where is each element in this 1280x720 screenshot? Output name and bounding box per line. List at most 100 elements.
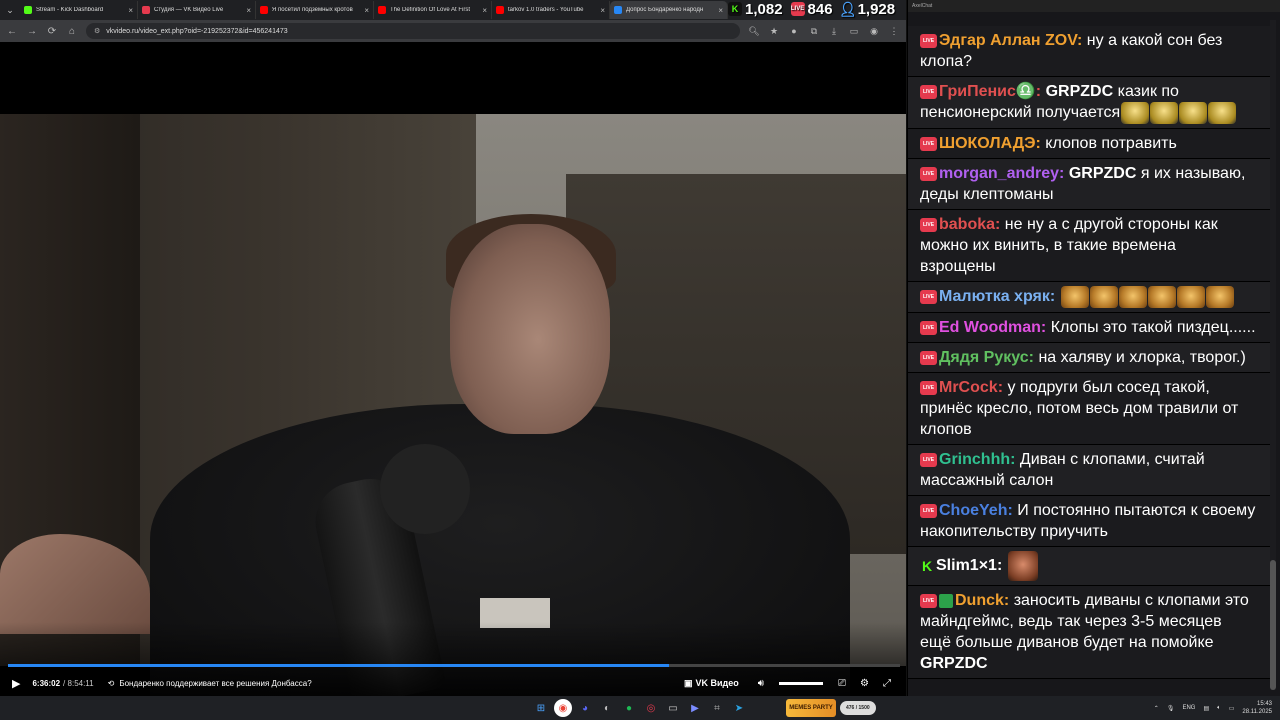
browser-tab[interactable]: Допрос Бондаренко народн × <box>610 1 728 19</box>
kick-logo-icon: K <box>728 2 742 16</box>
vk-live-platform-icon: LIVE <box>920 217 937 232</box>
chat-mention: GRPZDC <box>1068 165 1137 182</box>
chat-username[interactable]: Dunck <box>955 592 1004 609</box>
zoom-icon[interactable]: 🔍︎ <box>748 26 760 37</box>
chat-username[interactable]: MrCock <box>939 379 998 396</box>
fullscreen-icon[interactable]: ⤢ <box>883 678 891 689</box>
chat-message-text: на халяву и хлорка, творог.) <box>1038 349 1246 366</box>
video-player[interactable] <box>0 42 906 696</box>
chat-username[interactable]: ГриПенис♎ <box>939 83 1036 100</box>
chat-username[interactable]: Эдгар Аллан ZOV <box>939 32 1077 49</box>
telegram-icon[interactable]: ➤ <box>730 699 748 717</box>
tab-title: Студия — VK Видео Live <box>154 7 224 13</box>
site-info-icon[interactable]: ⚙ <box>94 27 100 35</box>
browser-tab[interactable]: Я посетил подземных кротов × <box>256 1 374 19</box>
home-icon[interactable]: ⌂ <box>66 26 78 37</box>
chat-mention: GRPZDC <box>920 655 988 672</box>
chat-username[interactable]: ШОКОЛАДЭ <box>939 135 1036 152</box>
subtitles-icon[interactable]: ⎚ <box>838 678 846 689</box>
chat-username[interactable]: morgan_andrey <box>939 165 1059 182</box>
chat-username[interactable]: baboka <box>939 216 995 233</box>
play-icon[interactable]: ▶ <box>12 677 20 690</box>
battery-icon[interactable]: ▭ <box>1229 705 1235 712</box>
video-title[interactable]: ⟲ Бондаренко поддерживает все решения До… <box>108 679 312 688</box>
chat-window-title: AxelChat <box>908 0 1280 12</box>
tab-close-icon[interactable]: × <box>364 6 369 15</box>
memes-party-widget[interactable]: MEMES PARTY 476 / 1500 <box>786 699 876 717</box>
chat-panel: AxelChat LIVE Эдгар Аллан ZOV: ну а какой… <box>907 0 1280 696</box>
network-icon[interactable]: ▤ <box>1203 705 1209 712</box>
vk-live-platform-icon: LIVE <box>920 320 937 335</box>
chat-message: K Slim1×1: <box>908 547 1270 586</box>
discord-icon[interactable]: ◕ <box>576 699 594 717</box>
chat-username[interactable]: ChoeYeh <box>939 502 1007 519</box>
vk-live-platform-icon: LIVE <box>920 166 937 181</box>
tab-favicon-icon <box>142 6 150 14</box>
tab-close-icon[interactable]: × <box>600 6 605 15</box>
tab-close-icon[interactable]: × <box>246 6 251 15</box>
extensions-puzzle-icon[interactable]: ⧉ <box>808 26 820 37</box>
chat-username[interactable]: Ed Woodman <box>939 319 1041 336</box>
browser-tab[interactable]: tarkov 1.0 traders - YouTube × <box>492 1 610 19</box>
tab-close-icon[interactable]: × <box>482 6 487 15</box>
tab-favicon-icon <box>496 6 504 14</box>
spotify-icon[interactable]: ● <box>620 699 638 717</box>
vk-logo-icon: ▣ <box>683 677 693 688</box>
obs-icon[interactable]: ◎ <box>642 699 660 717</box>
tab-close-icon[interactable]: × <box>718 6 723 15</box>
menu-icon[interactable]: ⋮ <box>888 26 900 37</box>
split-view-icon[interactable]: ▭ <box>848 26 860 37</box>
browser-tab[interactable]: Студия — VK Видео Live × <box>138 1 256 19</box>
chat-username[interactable]: Дядя Рукус <box>939 349 1029 366</box>
tab-close-icon[interactable]: × <box>128 6 133 15</box>
download-icon[interactable]: ⤓ <box>828 26 840 37</box>
back-icon[interactable]: ← <box>6 26 18 37</box>
browser-tab[interactable]: Stream - Kick Dashboard × <box>20 1 138 19</box>
reload-icon[interactable]: ⟳ <box>46 26 58 37</box>
chat-emote-icon <box>1089 286 1118 308</box>
vk-viewers: LIVE 846 <box>790 0 833 18</box>
settings-gear-icon[interactable]: ⚙ <box>860 678 869 689</box>
tray-chevron-icon[interactable]: ⌃ <box>1154 705 1159 712</box>
chat-username[interactable]: Grinchhh <box>939 451 1010 468</box>
progress-fill <box>8 664 669 667</box>
vk-live-platform-icon: LIVE <box>920 380 937 395</box>
lang-indicator[interactable]: ENG <box>1182 705 1195 711</box>
bookmark-star-icon[interactable]: ★ <box>768 26 780 37</box>
mic-icon[interactable]: 🎙︎ <box>1167 705 1175 712</box>
chat-message: LIVE ChoeYeh: И постоянно пытаются к свое… <box>908 496 1270 547</box>
vk-live-platform-icon: LIVE <box>920 33 937 48</box>
steam-icon[interactable]: ◐ <box>598 699 616 717</box>
vk-video-brand[interactable]: ▣ VK Видео <box>684 678 739 689</box>
progress-bar[interactable] <box>8 664 900 667</box>
video-frame <box>0 114 906 696</box>
extension-icon[interactable]: ● <box>788 26 800 36</box>
chat-scrollbar[interactable] <box>1270 20 1276 690</box>
volume-slider[interactable] <box>779 681 824 685</box>
chat-username[interactable]: Slim1×1 <box>936 557 997 574</box>
speaker-icon[interactable]: 🔈︎ <box>1217 705 1221 712</box>
chat-message: LIVE MrCock: у подруги был сосед такой, п… <box>908 373 1270 445</box>
app-icon[interactable]: ▭ <box>664 699 682 717</box>
chat-message: LIVE Эдгар Аллан ZOV: ну а какой сон без … <box>908 26 1270 77</box>
chat-message-list[interactable]: LIVE Эдгар Аллан ZOV: ну а какой сон без … <box>908 26 1270 679</box>
chrome-icon[interactable]: ◉ <box>554 699 572 717</box>
volume-icon[interactable]: 🔊︎ <box>758 678 764 689</box>
vk-live-platform-icon: LIVE <box>920 593 937 608</box>
clock[interactable]: 15:43 28.11.2025 <box>1242 700 1272 716</box>
forward-icon[interactable]: → <box>26 26 38 37</box>
tab-favicon-icon <box>378 6 386 14</box>
chat-username[interactable]: Малютка хряк <box>939 288 1050 305</box>
kick-viewers: K 1,082 <box>728 1 783 18</box>
tab-search-icon[interactable]: ⌄ <box>0 0 20 20</box>
browser-tab[interactable]: The Definition Of Love At First × <box>374 1 492 19</box>
vk-live-icon: LIVE <box>790 2 805 16</box>
vk-live-platform-icon: LIVE <box>920 503 937 518</box>
start-icon[interactable]: ⊞ <box>532 699 550 717</box>
url-input[interactable]: ⚙ vkvideo.ru/video_ext.php?oid=-21925237… <box>86 23 740 39</box>
media-player-icon[interactable]: ▶ <box>686 699 704 717</box>
app2-icon[interactable]: ⌗ <box>708 699 726 717</box>
chat-message: LIVE baboka: не ну а с другой стороны как… <box>908 210 1270 282</box>
profile-icon[interactable]: ◉ <box>868 26 880 37</box>
chapter-icon: ⟲ <box>107 678 115 688</box>
